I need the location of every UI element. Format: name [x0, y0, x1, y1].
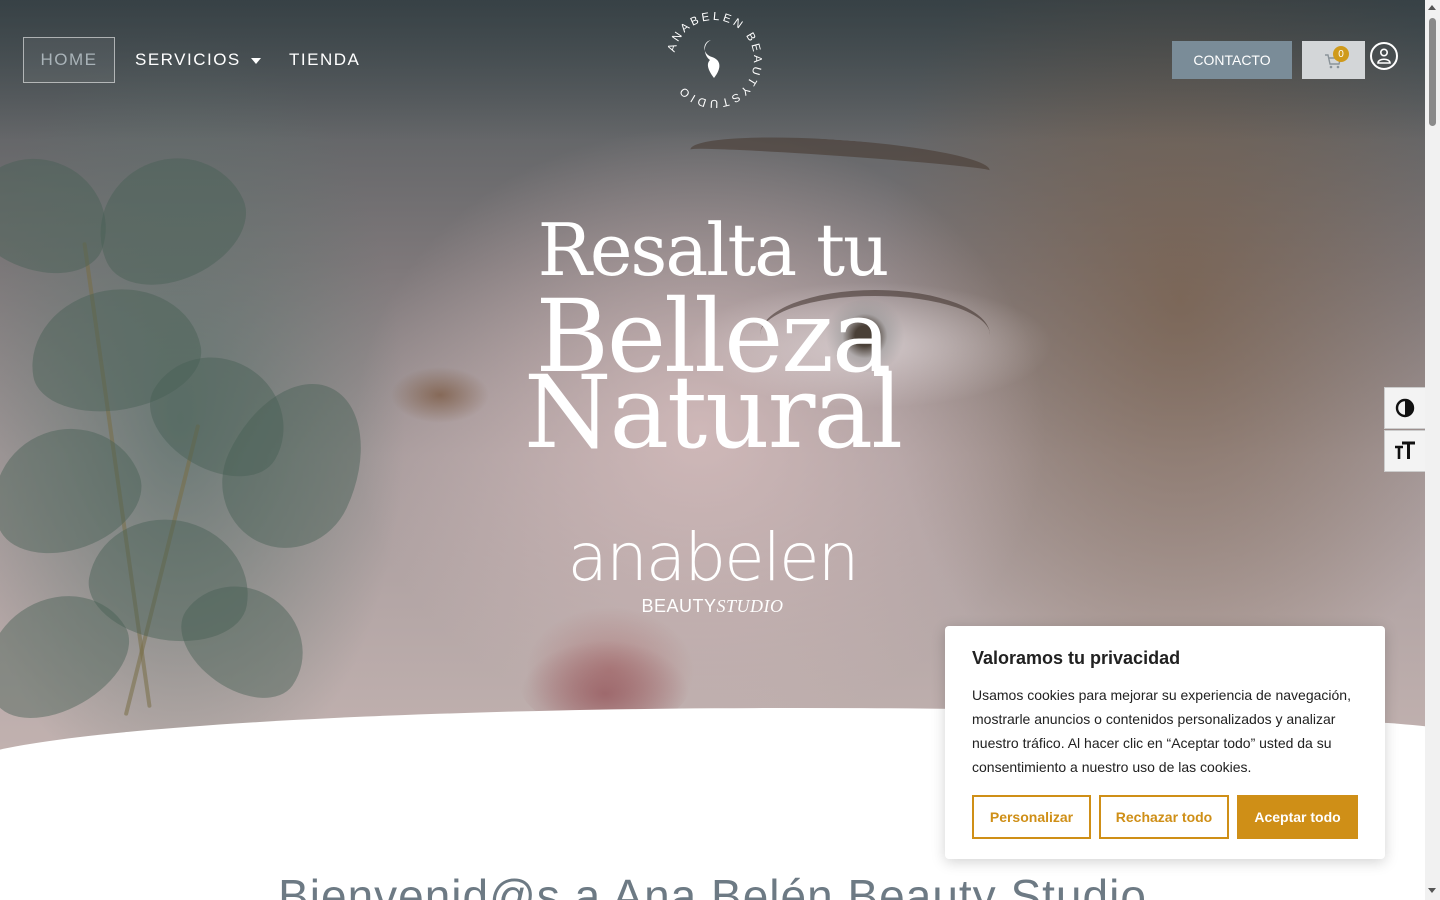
cookie-title: Valoramos tu privacidad	[972, 648, 1181, 668]
nav-tienda[interactable]: TIENDA	[289, 48, 360, 72]
scroll-down-arrow-icon[interactable]	[1428, 888, 1436, 893]
logo-ring: ANABELEN BEAUTYSTUDIO	[666, 11, 760, 109]
brand-sub-beauty: BEAUTY	[641, 596, 717, 616]
contrast-icon	[1395, 398, 1415, 418]
hero-brand-subtitle: BEAUTYSTUDIO	[0, 596, 1425, 617]
hero-brand-wordmark: anabelen	[567, 519, 860, 596]
brand-sub-studio: STUDIO	[716, 596, 784, 616]
cookie-text: Usamos cookies para mejorar su experienc…	[972, 687, 1351, 775]
page-scrollbar[interactable]	[1425, 0, 1440, 900]
scroll-up-arrow-icon[interactable]	[1428, 5, 1436, 10]
chevron-down-icon	[250, 57, 261, 64]
nav-servicios[interactable]: SERVICIOS	[135, 48, 261, 72]
nav-servicios-label: SERVICIOS	[135, 50, 241, 69]
site-logo[interactable]: ANABELEN BEAUTYSTUDIO	[662, 8, 766, 112]
font-size-icon	[1395, 441, 1415, 459]
font-size-toggle[interactable]	[1384, 430, 1426, 472]
user-icon	[1377, 48, 1391, 64]
scrollbar-thumb[interactable]	[1429, 18, 1436, 126]
nav-home[interactable]: HOME	[23, 37, 115, 83]
contact-button[interactable]: CONTACTO	[1172, 41, 1292, 79]
cart-count-badge: 0	[1333, 46, 1349, 62]
cart-button[interactable]: 0	[1302, 41, 1365, 79]
cookie-consent-banner: Valoramos tu privacidad Usamos cookies p…	[945, 626, 1385, 859]
account-button[interactable]	[1370, 42, 1398, 70]
cookie-customize-button[interactable]: Personalizar	[972, 795, 1091, 839]
hero-headline-line3: Natural	[523, 354, 903, 471]
cookie-reject-button[interactable]: Rechazar todo	[1099, 795, 1229, 839]
cookie-accept-button[interactable]: Aceptar todo	[1237, 795, 1358, 839]
welcome-heading: Bienvenid@s a Ana Belén Beauty Studio	[278, 870, 1147, 900]
high-contrast-toggle[interactable]	[1384, 387, 1426, 429]
